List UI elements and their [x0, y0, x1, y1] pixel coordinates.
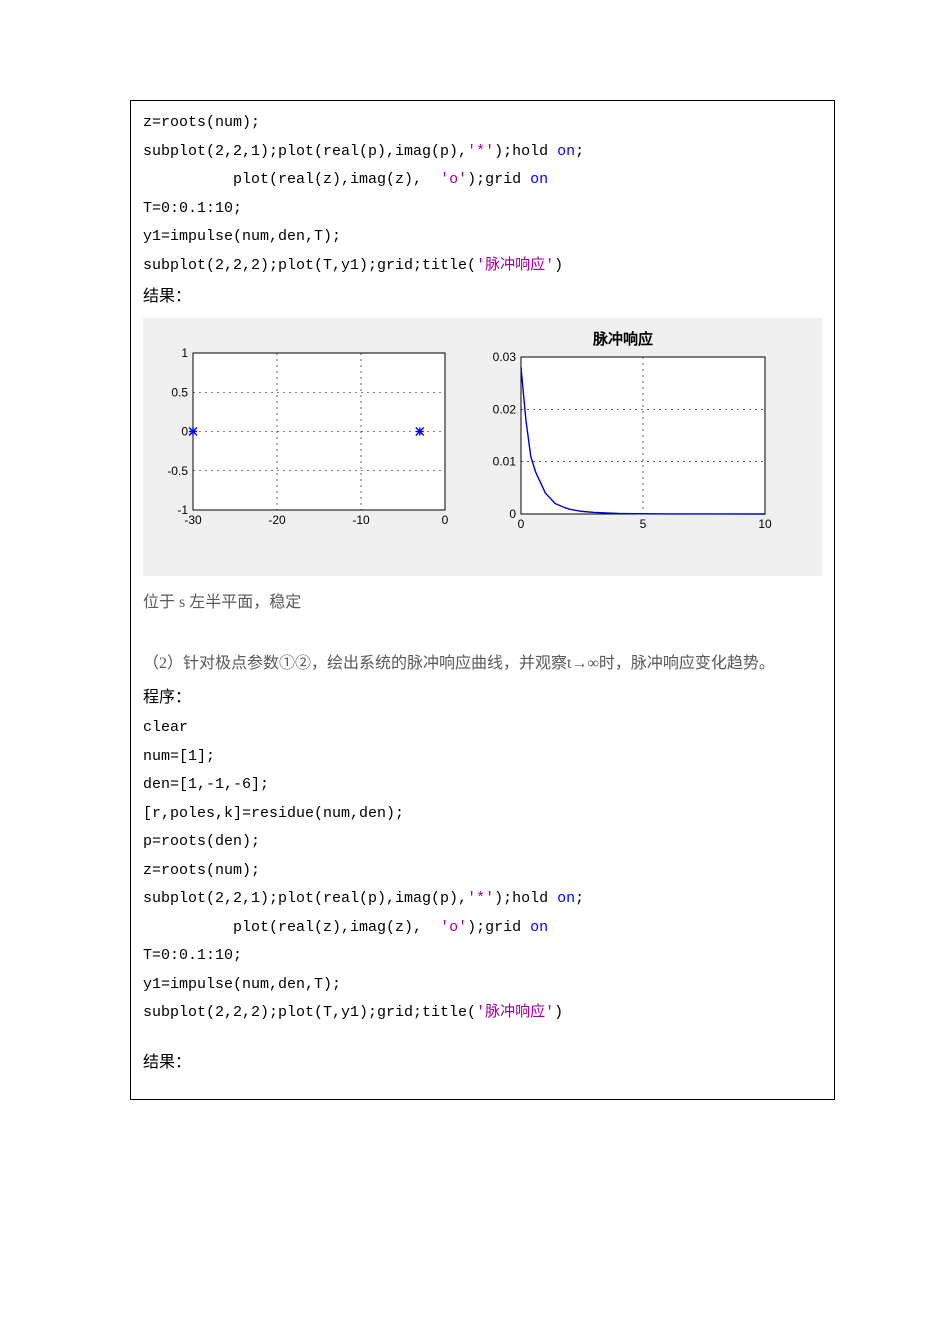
code-line: z=roots(num); — [143, 862, 260, 879]
impulse-response-plot: 脉冲响应 0 5 10 0 0.01 0.02 0.03 — [473, 328, 773, 536]
result-label: 结果： — [143, 280, 822, 314]
code-line: subplot(2,2,1);plot(real(p),imag(p),'*')… — [143, 890, 584, 907]
svg-text:0: 0 — [181, 424, 188, 438]
code-line: [r,poles,k]=residue(num,den); — [143, 805, 404, 822]
svg-text:0.02: 0.02 — [493, 402, 517, 416]
code-line: z=roots(num); — [143, 114, 260, 131]
code-line: subplot(2,2,1);plot(real(p),imag(p),'*')… — [143, 143, 584, 160]
code-line: clear — [143, 719, 188, 736]
svg-text:0: 0 — [442, 513, 449, 527]
code-block-1: z=roots(num); subplot(2,2,1);plot(real(p… — [143, 109, 822, 280]
code-line: plot(real(z),imag(z), 'o');grid on — [143, 919, 548, 936]
code-block-2: clear num=[1]; den=[1,-1,-6]; [r,poles,k… — [143, 714, 822, 1028]
svg-text:-20: -20 — [268, 513, 286, 527]
code-line: plot(real(z),imag(z), 'o');grid on — [143, 171, 548, 188]
program-label: 程序： — [143, 681, 822, 715]
svg-text:0: 0 — [509, 507, 516, 521]
code-line: p=roots(den); — [143, 833, 260, 850]
content-frame: z=roots(num); subplot(2,2,1);plot(real(p… — [130, 100, 835, 1100]
code-line: den=[1,-1,-6]; — [143, 776, 269, 793]
code-line: y1=impulse(num,den,T); — [143, 976, 341, 993]
svg-text:10: 10 — [758, 517, 772, 531]
svg-text:-0.5: -0.5 — [167, 463, 188, 477]
svg-text:1: 1 — [181, 347, 188, 360]
code-line: subplot(2,2,2);plot(T,y1);grid;title('脉冲… — [143, 1004, 563, 1021]
svg-text:0.5: 0.5 — [171, 385, 188, 399]
code-line: T=0:0.1:10; — [143, 947, 242, 964]
pole-zero-plot: -30-20-100-1-0.500.51 — [153, 328, 453, 532]
svg-text:0.03: 0.03 — [493, 351, 517, 364]
question-2: （2）针对极点参数①②，绘出系统的脉冲响应曲线，并观察t→∞时，脉冲响应变化趋势… — [143, 647, 822, 681]
chart-block: -30-20-100-1-0.500.51 脉冲响应 051000.010.02… — [143, 318, 822, 576]
chart-title: 脉冲响应 — [473, 328, 773, 349]
code-line: T=0:0.1:10; — [143, 200, 242, 217]
svg-text:5: 5 — [640, 517, 647, 531]
svg-text:0: 0 — [518, 517, 525, 531]
code-line: subplot(2,2,2);plot(T,y1);grid;title('脉冲… — [143, 257, 563, 274]
svg-text:0.01: 0.01 — [493, 454, 517, 468]
result-label-2: 结果： — [143, 1046, 822, 1080]
code-line: num=[1]; — [143, 748, 215, 765]
code-line: y1=impulse(num,den,T); — [143, 228, 341, 245]
svg-text:-10: -10 — [352, 513, 370, 527]
svg-text:-1: -1 — [177, 503, 188, 517]
stability-caption: 位于 s 左半平面，稳定 — [143, 586, 822, 620]
